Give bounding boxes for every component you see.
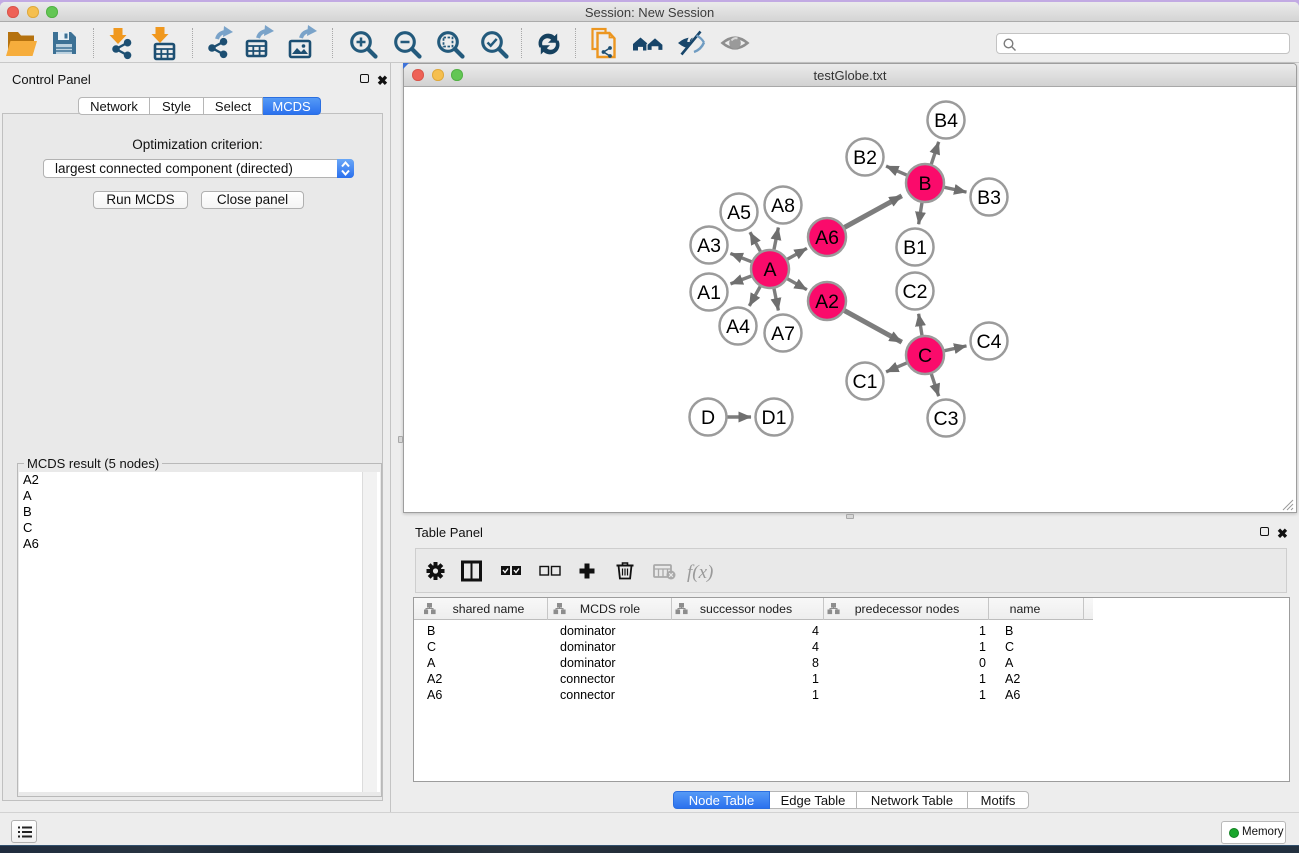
svg-text:A7: A7 <box>771 323 795 345</box>
svg-text:B2: B2 <box>853 147 877 169</box>
svg-text:A1: A1 <box>697 282 721 304</box>
svg-text:C: C <box>918 345 932 367</box>
svg-text:f(x): f(x) <box>687 562 713 583</box>
svg-text:A6: A6 <box>815 227 839 249</box>
svg-text:C2: C2 <box>903 281 928 303</box>
svg-text:A2: A2 <box>815 291 839 313</box>
svg-text:B3: B3 <box>977 187 1001 209</box>
svg-text:A8: A8 <box>771 195 795 217</box>
svg-text:A4: A4 <box>726 316 750 338</box>
svg-text:A3: A3 <box>697 235 721 257</box>
svg-text:C3: C3 <box>934 408 959 430</box>
svg-text:C4: C4 <box>977 331 1002 353</box>
svg-text:A5: A5 <box>727 202 751 224</box>
svg-text:D1: D1 <box>762 407 787 429</box>
svg-text:D: D <box>701 407 715 429</box>
svg-text:C1: C1 <box>853 371 878 393</box>
svg-text:B: B <box>918 173 931 195</box>
svg-text:B4: B4 <box>934 110 958 132</box>
svg-text:B1: B1 <box>903 237 927 259</box>
svg-text:A: A <box>763 259 776 281</box>
